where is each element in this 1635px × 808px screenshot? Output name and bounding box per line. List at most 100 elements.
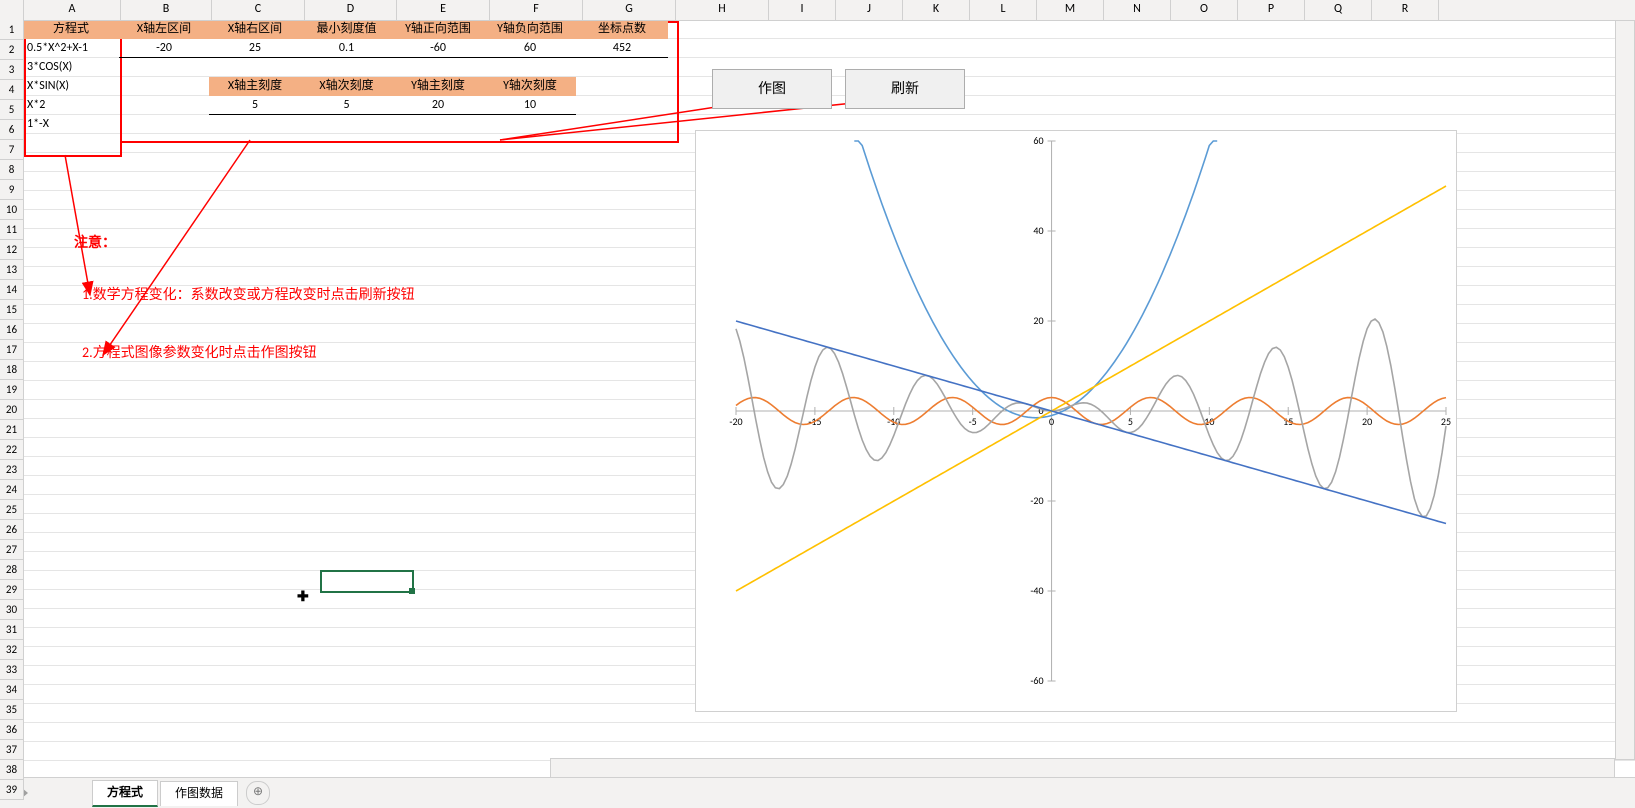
row-header-21[interactable]: 21: [0, 420, 23, 440]
equation-4[interactable]: 1*-X: [23, 115, 119, 134]
value2-0[interactable]: 5: [209, 96, 301, 115]
header2-0[interactable]: X轴主刻度: [209, 77, 301, 96]
value1-3[interactable]: 0.1: [301, 39, 392, 58]
header1-4[interactable]: Y轴正向范围: [392, 20, 484, 39]
row-header-10[interactable]: 10: [0, 200, 23, 220]
row-header-36[interactable]: 36: [0, 720, 23, 740]
series-X*SIN(X): [736, 319, 1446, 517]
row-header-34[interactable]: 34: [0, 680, 23, 700]
row-header-39[interactable]: 39: [0, 780, 23, 800]
row-header-30[interactable]: 30: [0, 600, 23, 620]
row-header-25[interactable]: 25: [0, 500, 23, 520]
header2-1[interactable]: X轴次刻度: [301, 77, 392, 96]
col-header-Q[interactable]: Q: [1305, 0, 1372, 20]
col-header-M[interactable]: M: [1037, 0, 1104, 20]
row-header-24[interactable]: 24: [0, 480, 23, 500]
header2-3[interactable]: Y轴次刻度: [484, 77, 576, 96]
value2-2[interactable]: 20: [392, 96, 484, 115]
col-header-D[interactable]: D: [305, 0, 397, 20]
row-header-35[interactable]: 35: [0, 700, 23, 720]
row-header-2[interactable]: 2: [0, 40, 23, 60]
row-header-29[interactable]: 29: [0, 580, 23, 600]
selected-cell[interactable]: [320, 570, 414, 593]
row-header-28[interactable]: 28: [0, 560, 23, 580]
col-header-C[interactable]: C: [212, 0, 305, 20]
header1-0[interactable]: 方程式: [23, 20, 119, 39]
col-header-I[interactable]: I: [769, 0, 836, 20]
select-all-triangle[interactable]: [0, 0, 24, 20]
value1-4[interactable]: -60: [392, 39, 484, 58]
row-header-27[interactable]: 27: [0, 540, 23, 560]
row-header-12[interactable]: 12: [0, 240, 23, 260]
col-header-H[interactable]: H: [676, 0, 769, 20]
row-header-3[interactable]: 3: [0, 60, 23, 80]
header1-3[interactable]: 最小刻度值: [301, 20, 392, 39]
col-header-P[interactable]: P: [1238, 0, 1305, 20]
svg-text:40: 40: [1033, 224, 1043, 237]
header1-6[interactable]: 坐标点数: [576, 20, 668, 39]
row-header-38[interactable]: 38: [0, 760, 23, 780]
row-header-37[interactable]: 37: [0, 740, 23, 760]
row-header-5[interactable]: 5: [0, 100, 23, 120]
col-header-G[interactable]: G: [583, 0, 676, 20]
svg-text:20: 20: [1362, 415, 1372, 428]
row-header-23[interactable]: 23: [0, 460, 23, 480]
col-header-E[interactable]: E: [397, 0, 490, 20]
value1-6[interactable]: 452: [576, 39, 668, 58]
row-header-18[interactable]: 18: [0, 360, 23, 380]
series-1*-X: [736, 321, 1446, 524]
value2-3[interactable]: 10: [484, 96, 576, 115]
equation-1[interactable]: 3*COS(X): [23, 58, 119, 77]
col-header-K[interactable]: K: [903, 0, 970, 20]
row-header-4[interactable]: 4: [0, 80, 23, 100]
col-header-L[interactable]: L: [970, 0, 1037, 20]
col-header-N[interactable]: N: [1104, 0, 1171, 20]
fill-handle[interactable]: [409, 588, 415, 594]
plot-button[interactable]: 作图: [712, 69, 832, 109]
col-header-F[interactable]: F: [490, 0, 583, 20]
col-header-B[interactable]: B: [121, 0, 212, 20]
col-header-O[interactable]: O: [1171, 0, 1238, 20]
value2-1[interactable]: 5: [301, 96, 392, 115]
row-header-9[interactable]: 9: [0, 180, 23, 200]
header1-2[interactable]: X轴右区间: [209, 20, 301, 39]
row-header-33[interactable]: 33: [0, 660, 23, 680]
row-header-11[interactable]: 11: [0, 220, 23, 240]
row-header-6[interactable]: 6: [0, 120, 23, 140]
col-header-J[interactable]: J: [836, 0, 903, 20]
row-header-20[interactable]: 20: [0, 400, 23, 420]
row-header-15[interactable]: 15: [0, 300, 23, 320]
chart-area[interactable]: -60-40-200204060-20-15-10-50510152025: [695, 130, 1457, 712]
vertical-scrollbar[interactable]: [1615, 20, 1635, 760]
row-header-17[interactable]: 17: [0, 340, 23, 360]
column-headers: ABCDEFGHIJKLMNOPQR: [0, 0, 1635, 21]
row-header-26[interactable]: 26: [0, 520, 23, 540]
row-header-14[interactable]: 14: [0, 280, 23, 300]
sheet-tab-active[interactable]: 方程式: [92, 780, 158, 807]
row-header-19[interactable]: 19: [0, 380, 23, 400]
row-header-8[interactable]: 8: [0, 160, 23, 180]
row-header-22[interactable]: 22: [0, 440, 23, 460]
row-header-7[interactable]: 7: [0, 140, 23, 160]
equation-2[interactable]: X*SIN(X): [23, 77, 119, 96]
row-header-31[interactable]: 31: [0, 620, 23, 640]
sheet-tab-other[interactable]: 作图数据: [160, 781, 238, 806]
row-header-16[interactable]: 16: [0, 320, 23, 340]
header1-5[interactable]: Y轴负向范围: [484, 20, 576, 39]
value1-1[interactable]: -20: [119, 39, 209, 58]
equation-0[interactable]: 0.5*X^2+X-1: [23, 39, 119, 58]
value1-5[interactable]: 60: [484, 39, 576, 58]
row-header-13[interactable]: 13: [0, 260, 23, 280]
equation-3[interactable]: X*2: [23, 96, 119, 115]
value1-2[interactable]: 25: [209, 39, 301, 58]
col-header-R[interactable]: R: [1372, 0, 1439, 20]
row-header-32[interactable]: 32: [0, 640, 23, 660]
header1-1[interactable]: X轴左区间: [119, 20, 209, 39]
svg-text:-20: -20: [729, 415, 742, 428]
row-header-1[interactable]: 1: [0, 20, 23, 40]
horizontal-scrollbar[interactable]: [550, 758, 1615, 778]
col-header-A[interactable]: A: [24, 0, 121, 20]
header2-2[interactable]: Y轴主刻度: [392, 77, 484, 96]
new-sheet-button[interactable]: ⊕: [246, 781, 270, 805]
refresh-button[interactable]: 刷新: [845, 69, 965, 109]
